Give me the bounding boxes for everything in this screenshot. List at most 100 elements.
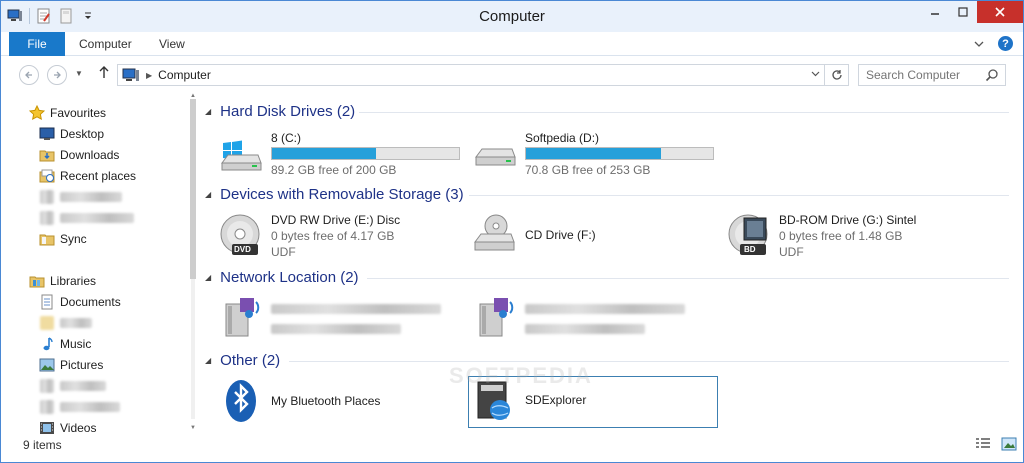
help-icon[interactable]: ? [998,36,1013,51]
sidebar-item-label: Desktop [60,127,105,141]
drive-usage-fill [272,148,376,159]
sidebar-item-blurred[interactable] [39,208,134,228]
group-header-other[interactable]: ◢ Other (2) [205,352,280,369]
address-bar[interactable]: ▶ Computer [117,64,849,86]
documents-icon [39,294,55,310]
scrollbar-thumb[interactable] [190,99,196,279]
drive-tile-cd[interactable]: CD Drive (F:) [471,211,596,265]
blurred-label [60,192,122,202]
minimize-button[interactable] [921,1,949,23]
sidebar-item-recent-places[interactable]: Recent places [39,166,136,186]
blurred-label [60,402,120,412]
blurred-folder-icon [39,378,55,394]
window-controls [921,1,1023,23]
sidebar-item-downloads[interactable]: Downloads [39,145,119,165]
collapse-chevron-icon[interactable]: ◢ [205,107,211,116]
drive-tile-bd[interactable]: BD-ROM Drive (G:) Sintel 0 bytes free of… [725,211,916,265]
group-title: Other (2) [220,352,281,369]
drive-filesystem: UDF [779,245,804,259]
explorer-window: Computer File Computer View ? ▼ ▶ Comput… [0,0,1024,463]
drive-name: DVD RW Drive (E:) Disc [271,213,401,227]
tab-computer[interactable]: Computer [65,32,146,56]
group-header-hard-disks[interactable]: ◢ Hard Disk Drives (2) [205,103,355,120]
recent-places-icon [39,168,55,184]
tab-view[interactable]: View [145,32,199,56]
search-input[interactable] [866,68,986,82]
sidebar-item-libraries[interactable]: Libraries [29,271,96,291]
sidebar-item-blurred[interactable] [39,376,106,396]
scroll-down-arrow-icon[interactable]: ▼ [190,425,196,431]
sidebar-item-favourites[interactable]: Favourites [29,103,106,123]
customize-toolbar-chevron-icon[interactable] [80,8,96,24]
details-view-icon[interactable] [975,437,991,451]
sidebar-item-blurred[interactable] [39,313,92,333]
drive-tile-c[interactable]: 8 (C:) 89.2 GB free of 200 GB [217,129,460,183]
new-folder-icon[interactable] [58,8,74,24]
tab-file[interactable]: File [9,32,65,56]
recent-locations-chevron-icon[interactable]: ▼ [75,69,83,78]
sidebar-item-label: Music [60,337,92,351]
drive-usage-bar [525,147,714,160]
breadcrumb-chevron-icon[interactable]: ▶ [146,71,152,80]
blurred-network-path [525,323,685,337]
drive-free-space: 89.2 GB free of 200 GB [271,163,397,177]
collapse-chevron-icon[interactable]: ◢ [205,356,211,365]
group-header-network[interactable]: ◢ Network Location (2) [205,269,359,286]
blurred-label [60,318,92,328]
dvd-badge: DVD [234,245,251,254]
hard-drive-icon [471,129,519,177]
drive-usage-fill [526,148,661,159]
desktop-icon [39,126,55,142]
forward-button[interactable] [47,65,67,85]
network-location-tile[interactable] [471,293,685,347]
breadcrumb-computer[interactable]: Computer [158,68,211,82]
up-button[interactable] [97,65,111,82]
refresh-icon [831,70,842,80]
sidebar-item-desktop[interactable]: Desktop [39,124,104,144]
search-box[interactable] [858,64,1006,86]
bluetooth-icon [217,377,265,425]
sidebar-item-blurred[interactable] [39,187,122,207]
cd-drive-icon [471,211,519,259]
sidebar-item-label: Sync [60,232,87,246]
sidebar-item-documents[interactable]: Documents [39,292,121,312]
computer-icon[interactable] [7,8,23,24]
music-note-icon [39,336,55,352]
group-title: Devices with Removable Storage (3) [220,186,464,203]
address-dropdown-chevron-icon[interactable] [811,69,820,79]
maximize-button[interactable] [949,1,977,23]
title-bar: Computer [1,1,1023,32]
close-icon [995,7,1005,17]
large-icons-view-icon[interactable] [1001,437,1017,451]
bluetooth-places-tile[interactable]: My Bluetooth Places [217,377,380,431]
collapse-chevron-icon[interactable]: ◢ [205,273,211,282]
downloads-folder-icon [39,147,55,163]
blurred-label [60,213,134,223]
sidebar-item-label: Downloads [60,148,120,162]
refresh-button[interactable] [824,65,848,85]
group-header-removable[interactable]: ◢ Devices with Removable Storage (3) [205,186,464,203]
collapse-chevron-icon[interactable]: ◢ [205,190,211,199]
search-icon[interactable] [985,68,999,85]
network-location-tile[interactable] [217,293,441,347]
navigation-pane-scrollbar[interactable]: ▲ ▼ [189,93,197,433]
sidebar-item-sync[interactable]: Sync [39,229,87,249]
libraries-icon [29,273,45,289]
computer-icon [122,68,140,82]
drive-name: BD-ROM Drive (G:) Sintel [779,213,917,227]
windows-drive-icon [217,129,265,177]
sidebar-item-blurred[interactable] [39,397,120,417]
sidebar-item-music[interactable]: Music [39,334,91,354]
expand-ribbon-chevron-icon[interactable] [974,37,984,51]
close-button[interactable] [977,1,1023,23]
blurred-folder-icon [39,189,55,205]
group-divider [359,112,1009,113]
properties-icon[interactable] [36,8,52,24]
view-switcher [975,437,1017,451]
toolbar-separator [29,8,30,24]
drive-tile-d[interactable]: Softpedia (D:) 70.8 GB free of 253 GB [471,129,714,183]
drive-tile-dvd[interactable]: DVD RW Drive (E:) Disc 0 bytes free of 4… [217,211,400,265]
blurred-network-path [271,323,441,337]
back-button[interactable] [19,65,39,85]
sidebar-item-pictures[interactable]: Pictures [39,355,103,375]
